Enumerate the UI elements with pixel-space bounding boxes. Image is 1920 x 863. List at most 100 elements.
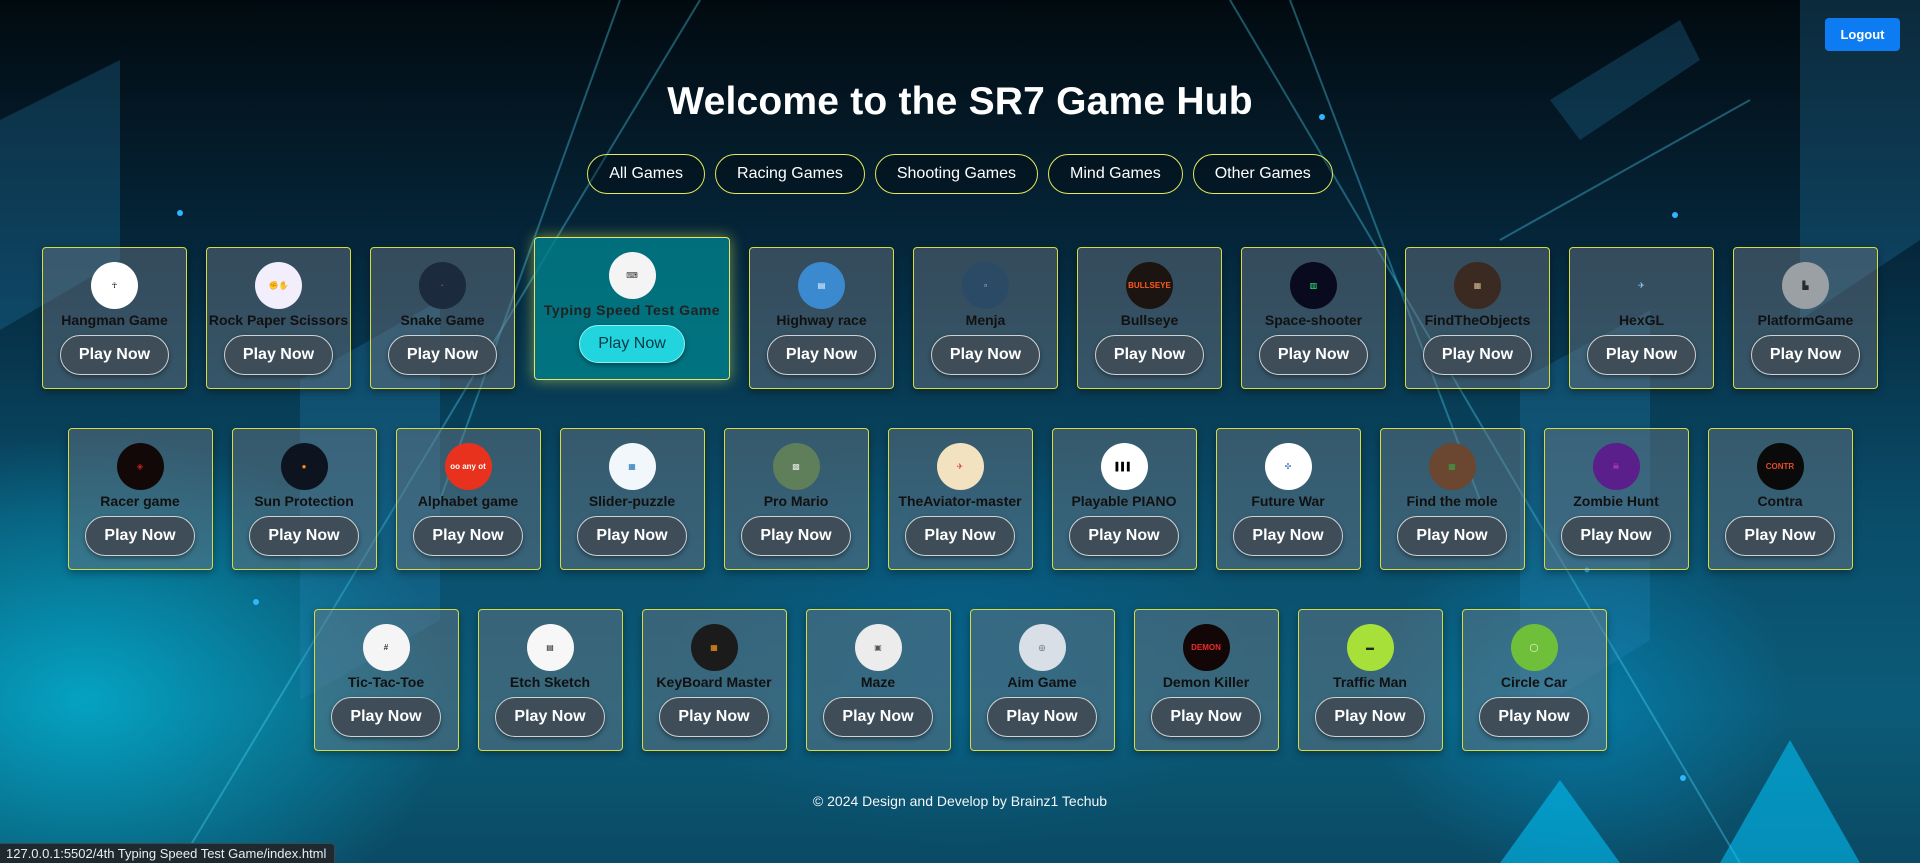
play-now-button[interactable]: Play Now [987,697,1097,737]
logout-button[interactable]: Logout [1825,18,1900,51]
game-card: ◈ Racer game Play Now [67,428,213,570]
game-card: ▙ PlatformGame Play Now [1733,247,1878,389]
game-title: Traffic Man [1333,674,1407,690]
play-now-button[interactable]: Play Now [1069,516,1179,556]
game-card: ✊✋ Rock Paper Scissors Play Now [206,247,351,389]
game-title: Zombie Hunt [1573,493,1659,509]
play-now-button[interactable]: Play Now [766,335,877,375]
game-title: Aim Game [1007,674,1077,690]
game-title: Etch Sketch [509,674,591,690]
tic-tac-toe-icon: # [362,624,410,671]
game-title: Space-shooter [1264,312,1363,328]
game-card: ▦ Slider-puzzle Play Now [559,428,705,570]
demon-killer-icon: DEMON [1182,624,1230,671]
game-card: ▣ Maze Play Now [805,609,951,751]
find-objects-icon: ▦ [1454,262,1501,309]
game-card: ▬ Traffic Man Play Now [1297,609,1443,751]
game-title: Circle Car [1500,674,1568,690]
play-now-button[interactable]: Play Now [59,335,170,375]
game-title: Maze [860,674,896,690]
piano-icon: ▌▌▌ [1100,443,1148,490]
game-title: Alphabet game [417,493,519,509]
play-now-button[interactable]: Play Now [1561,516,1671,556]
play-now-button[interactable]: Play Now [905,516,1015,556]
play-now-button[interactable]: Play Now [930,335,1041,375]
game-title: Find the mole [1406,493,1498,509]
game-title: Racer game [100,493,180,509]
play-now-button[interactable]: Play Now [249,516,359,556]
game-card: ▦ KeyBoard Master Play Now [641,609,787,751]
status-bar-url: 127.0.0.1:5502/4th Typing Speed Test Gam… [0,843,336,863]
snake-icon: · [419,262,466,309]
racer-game-icon: ◈ [116,443,164,490]
play-now-button[interactable]: Play Now [1479,697,1589,737]
play-now-button[interactable]: Play Now [1397,516,1507,556]
play-now-button[interactable]: Play Now [1750,335,1861,375]
game-title: Pro Mario [763,493,829,509]
pro-mario-icon: ▩ [772,443,820,490]
game-row-2: ◈ Racer game Play Now ● Sun Protection Play N… [0,428,1920,570]
game-card: ◯ Circle Car Play Now [1461,609,1607,751]
play-now-button[interactable]: Play Now [659,697,769,737]
bullseye-icon: BULLSEYE [1126,262,1173,309]
play-now-button[interactable]: Play Now [1725,516,1835,556]
filter-racing-games-button[interactable]: Racing Games [715,154,865,194]
play-now-button[interactable]: Play Now [387,335,498,375]
game-card: ✈ HexGL Play Now [1569,247,1714,389]
category-filters: All Games Racing Games Shooting Games Mi… [0,154,1920,194]
find-mole-icon: ▦ [1428,443,1476,490]
game-title: Typing Speed Test Game [543,302,721,318]
game-title: Playable PIANO [1071,493,1177,509]
play-now-button[interactable]: Play Now [1315,697,1425,737]
game-title: FindTheObjects [1424,312,1531,328]
keyboard-master-icon: ▦ [690,624,738,671]
game-card: ☥ Hangman Game Play Now [42,247,187,389]
play-now-button[interactable]: Play Now [579,325,685,363]
game-row-3: # Tic-Tac-Toe Play Now ▤ Etch Sketch Play Now… [0,609,1920,751]
game-card: · Snake Game Play Now [370,247,515,389]
play-now-button[interactable]: Play Now [1586,335,1697,375]
play-now-button[interactable]: Play Now [577,516,687,556]
play-now-button[interactable]: Play Now [1151,697,1261,737]
maze-icon: ▣ [854,624,902,671]
game-card: ● Sun Protection Play Now [231,428,377,570]
play-now-button[interactable]: Play Now [331,697,441,737]
play-now-button[interactable]: Play Now [1233,516,1343,556]
game-card: ▥ Space-shooter Play Now [1241,247,1386,389]
filter-other-games-button[interactable]: Other Games [1192,154,1333,194]
game-card: ✈ TheAviator-master Play Now [887,428,1033,570]
game-card: CONTR Contra Play Now [1707,428,1853,570]
play-now-button[interactable]: Play Now [1422,335,1533,375]
play-now-button[interactable]: Play Now [1094,335,1205,375]
play-now-button[interactable]: Play Now [741,516,851,556]
game-title: Snake Game [400,312,485,328]
footer-copyright: © 2024 Design and Develop by Brainz1 Tec… [812,793,1108,809]
play-now-button[interactable]: Play Now [495,697,605,737]
game-card: ▩ Pro Mario Play Now [723,428,869,570]
circle-car-icon: ◯ [1510,624,1558,671]
zombie-hunt-icon: ☠ [1592,443,1640,490]
play-now-button[interactable]: Play Now [413,516,523,556]
hangman-icon: ☥ [91,262,138,309]
game-card: ▤ Etch Sketch Play Now [477,609,623,751]
play-now-button[interactable]: Play Now [223,335,334,375]
filter-all-games-button[interactable]: All Games [587,154,706,194]
filter-shooting-games-button[interactable]: Shooting Games [874,154,1039,194]
slider-puzzle-icon: ▦ [608,443,656,490]
game-card: ▌▌▌ Playable PIANO Play Now [1051,428,1197,570]
platform-game-icon: ▙ [1782,262,1829,309]
game-card: ⌨ Typing Speed Test Game Play Now [534,237,730,380]
play-now-button[interactable]: Play Now [85,516,195,556]
play-now-button[interactable]: Play Now [823,697,933,737]
game-card: BULLSEYE Bullseye Play Now [1077,247,1222,389]
filter-mind-games-button[interactable]: Mind Games [1048,154,1183,194]
space-shooter-icon: ▥ [1290,262,1337,309]
game-title: KeyBoard Master [656,674,772,690]
contra-icon: CONTR [1756,443,1804,490]
alphabet-game-icon: oo any ot [444,443,492,490]
game-card: ▦ Find the mole Play Now [1379,428,1525,570]
play-now-button[interactable]: Play Now [1258,335,1369,375]
game-title: HexGL [1618,312,1665,328]
game-card: ▫ Menja Play Now [913,247,1058,389]
rock-paper-scissors-icon: ✊✋ [255,262,302,309]
